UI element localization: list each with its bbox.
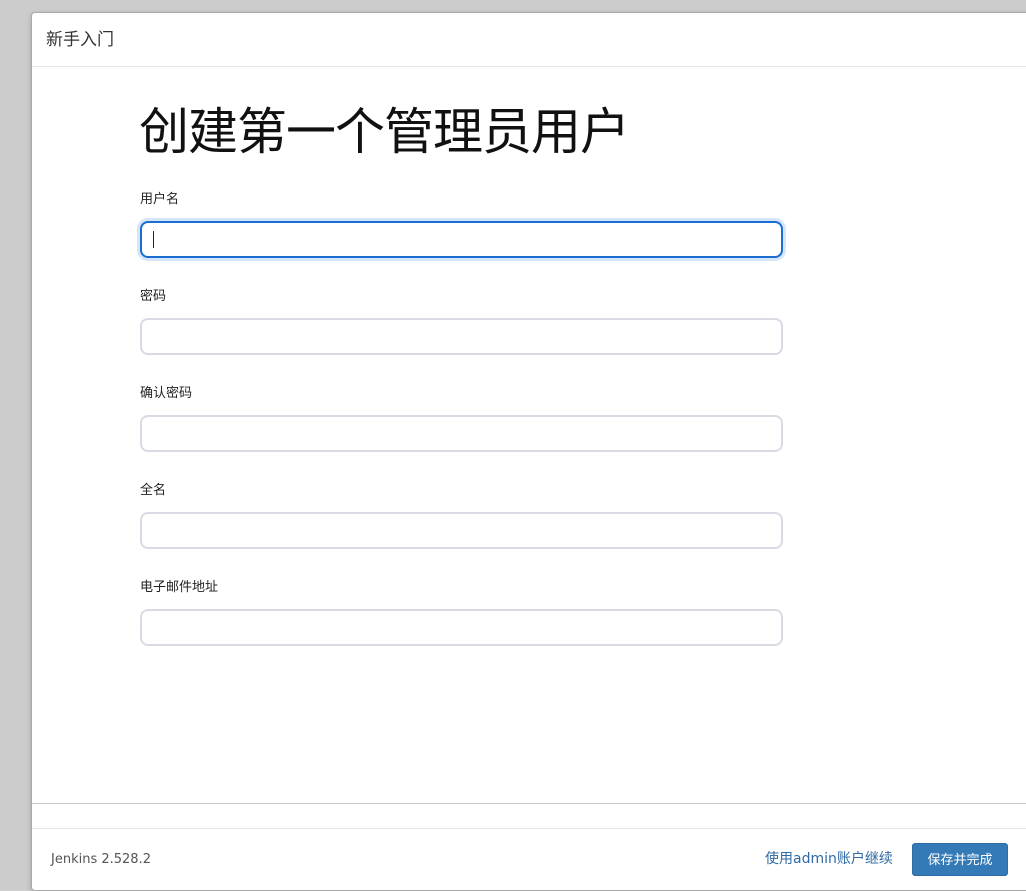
password-input[interactable] xyxy=(140,318,783,355)
text-caret xyxy=(153,231,154,248)
continue-as-admin-link[interactable]: 使用admin账户继续 xyxy=(765,851,893,868)
confirm-password-label: 确认密码 xyxy=(140,386,193,401)
confirm-password-input[interactable] xyxy=(140,415,783,452)
create-admin-form: 创建第一个管理员用户 用户名 密码 确认密码 全名 电子邮件地址 xyxy=(32,68,1026,803)
save-and-finish-button[interactable]: 保存并完成 xyxy=(912,843,1008,876)
version-label: Jenkins 2.528.2 xyxy=(51,852,151,867)
email-input[interactable] xyxy=(140,609,783,646)
username-input[interactable] xyxy=(140,221,783,258)
dialog-title: 新手入门 xyxy=(46,30,114,50)
dialog-footer: Jenkins 2.528.2 使用admin账户继续 保存并完成 xyxy=(32,828,1026,890)
dialog-header: 新手入门 xyxy=(32,13,1026,67)
full-name-label: 全名 xyxy=(140,483,167,498)
setup-wizard-dialog: 新手入门 创建第一个管理员用户 用户名 密码 确认密码 全名 电子邮件地址 Je… xyxy=(31,12,1026,891)
password-label: 密码 xyxy=(140,289,167,304)
email-label: 电子邮件地址 xyxy=(140,580,219,595)
footer-divider xyxy=(32,803,1026,804)
full-name-input[interactable] xyxy=(140,512,783,549)
page-title: 创建第一个管理员用户 xyxy=(139,103,630,161)
username-label: 用户名 xyxy=(140,192,180,207)
